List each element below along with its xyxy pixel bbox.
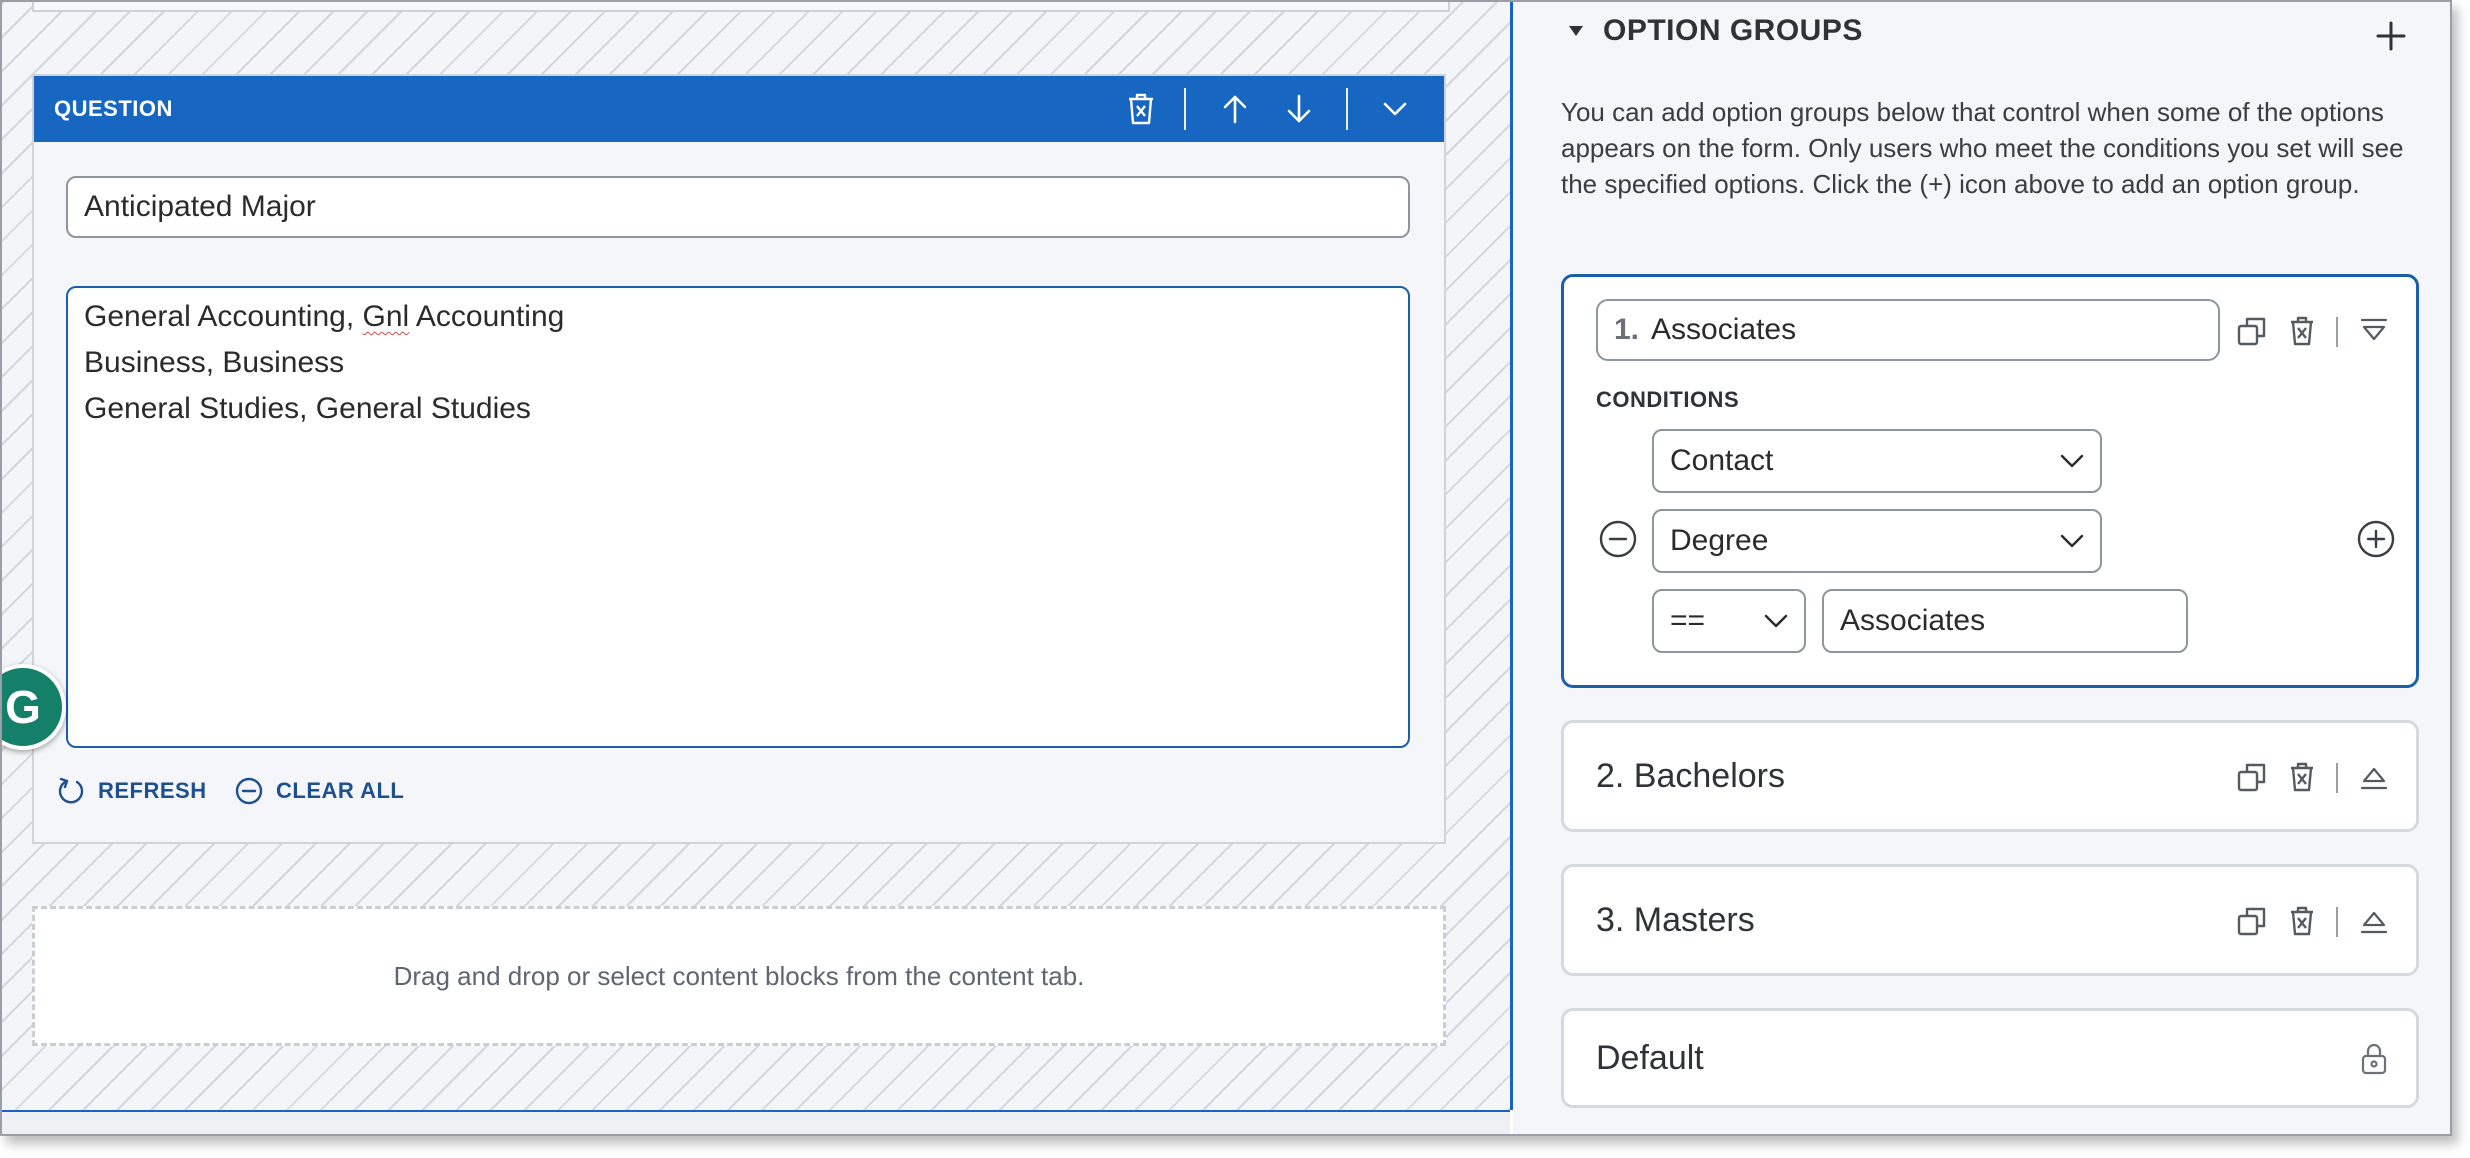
option-group-associates[interactable]: 1. Associates CONDITIONS Contact Degree … xyxy=(1561,274,2419,688)
move-up-icon[interactable] xyxy=(1210,84,1260,134)
condition-operator-select[interactable]: == xyxy=(1652,589,1806,653)
delete-icon[interactable] xyxy=(2282,311,2322,351)
expand-group-icon[interactable] xyxy=(2354,901,2394,941)
dropzone-text: Drag and drop or select content blocks f… xyxy=(393,960,1085,991)
form-canvas: QUESTION Anticipated Major General Accou… xyxy=(2,2,1513,1110)
plus-icon xyxy=(2376,21,2406,51)
group-name-field[interactable]: 1. Associates xyxy=(1596,299,2220,361)
chevron-down-icon xyxy=(2060,534,2084,548)
group-title: Default xyxy=(1596,1039,1704,1077)
group-name-value: Associates xyxy=(1651,313,1797,346)
add-condition-button[interactable] xyxy=(2356,519,2396,559)
option-groups-panel: OPTION GROUPS You can add option groups … xyxy=(1513,2,2450,1134)
option-group-bachelors[interactable]: 2. Bachelors xyxy=(1561,720,2419,832)
chevron-down-icon xyxy=(2060,454,2084,468)
condition-field-select[interactable]: Degree xyxy=(1652,509,2102,573)
option-line: General Accounting, Gnl Accounting xyxy=(84,300,565,333)
lock-icon xyxy=(2354,1039,2394,1079)
group-title: 2. Bachelors xyxy=(1596,757,1785,795)
duplicate-icon[interactable] xyxy=(2232,901,2272,941)
collapse-group-icon[interactable] xyxy=(2354,311,2394,351)
option-groups-toggle[interactable]: OPTION GROUPS xyxy=(1567,14,1863,48)
move-down-icon[interactable] xyxy=(1274,84,1324,134)
option-group-masters[interactable]: 3. Masters xyxy=(1561,864,2419,976)
option-group-default[interactable]: Default xyxy=(1561,1008,2419,1108)
expand-group-icon[interactable] xyxy=(2354,757,2394,797)
canvas-footer xyxy=(2,1110,1510,1134)
duplicate-icon[interactable] xyxy=(2232,757,2272,797)
minus-circle-icon xyxy=(235,777,263,805)
grammarly-icon: G xyxy=(5,681,41,733)
option-line: Business, Business xyxy=(84,346,345,379)
condition-value-input[interactable]: Associates xyxy=(1822,589,2188,653)
option-groups-description: You can add option groups below that con… xyxy=(1561,97,2404,199)
clear-all-button[interactable]: CLEAR ALL xyxy=(234,776,404,806)
plus-circle-icon xyxy=(2357,520,2395,558)
delete-icon[interactable] xyxy=(1116,84,1166,134)
condition-source-select[interactable]: Contact xyxy=(1652,429,2102,493)
content-dropzone[interactable]: Drag and drop or select content blocks f… xyxy=(32,906,1446,1046)
remove-condition-button[interactable] xyxy=(1598,519,1638,559)
refresh-icon xyxy=(58,777,84,804)
spelling-flag: Gnl xyxy=(362,300,410,333)
collapse-chevron-icon[interactable] xyxy=(1370,84,1420,134)
chevron-down-icon xyxy=(1764,614,1788,628)
group-title: 3. Masters xyxy=(1596,901,1755,939)
group-number: 1. xyxy=(1614,313,1640,346)
minus-circle-icon xyxy=(1599,520,1637,558)
conditions-label: CONDITIONS xyxy=(1596,387,1740,412)
add-option-group-button[interactable] xyxy=(2363,8,2419,64)
option-groups-title: OPTION GROUPS xyxy=(1603,14,1863,47)
delete-icon[interactable] xyxy=(2282,901,2322,941)
question-label-input[interactable] xyxy=(66,176,1410,238)
option-line: General Studies, General Studies xyxy=(84,392,531,425)
previous-block[interactable] xyxy=(32,2,1450,12)
caret-down-icon xyxy=(1569,26,1583,36)
delete-icon[interactable] xyxy=(2282,757,2322,797)
duplicate-icon[interactable] xyxy=(2232,311,2272,351)
question-header: QUESTION xyxy=(34,76,1444,142)
question-block[interactable]: QUESTION Anticipated Major General Accou… xyxy=(32,74,1446,844)
refresh-button[interactable]: REFRESH xyxy=(56,776,207,806)
app-frame: QUESTION Anticipated Major General Accou… xyxy=(0,0,2452,1136)
options-textarea[interactable]: General Accounting, Gnl Accounting Busin… xyxy=(66,286,1410,748)
question-title: QUESTION xyxy=(54,96,173,121)
